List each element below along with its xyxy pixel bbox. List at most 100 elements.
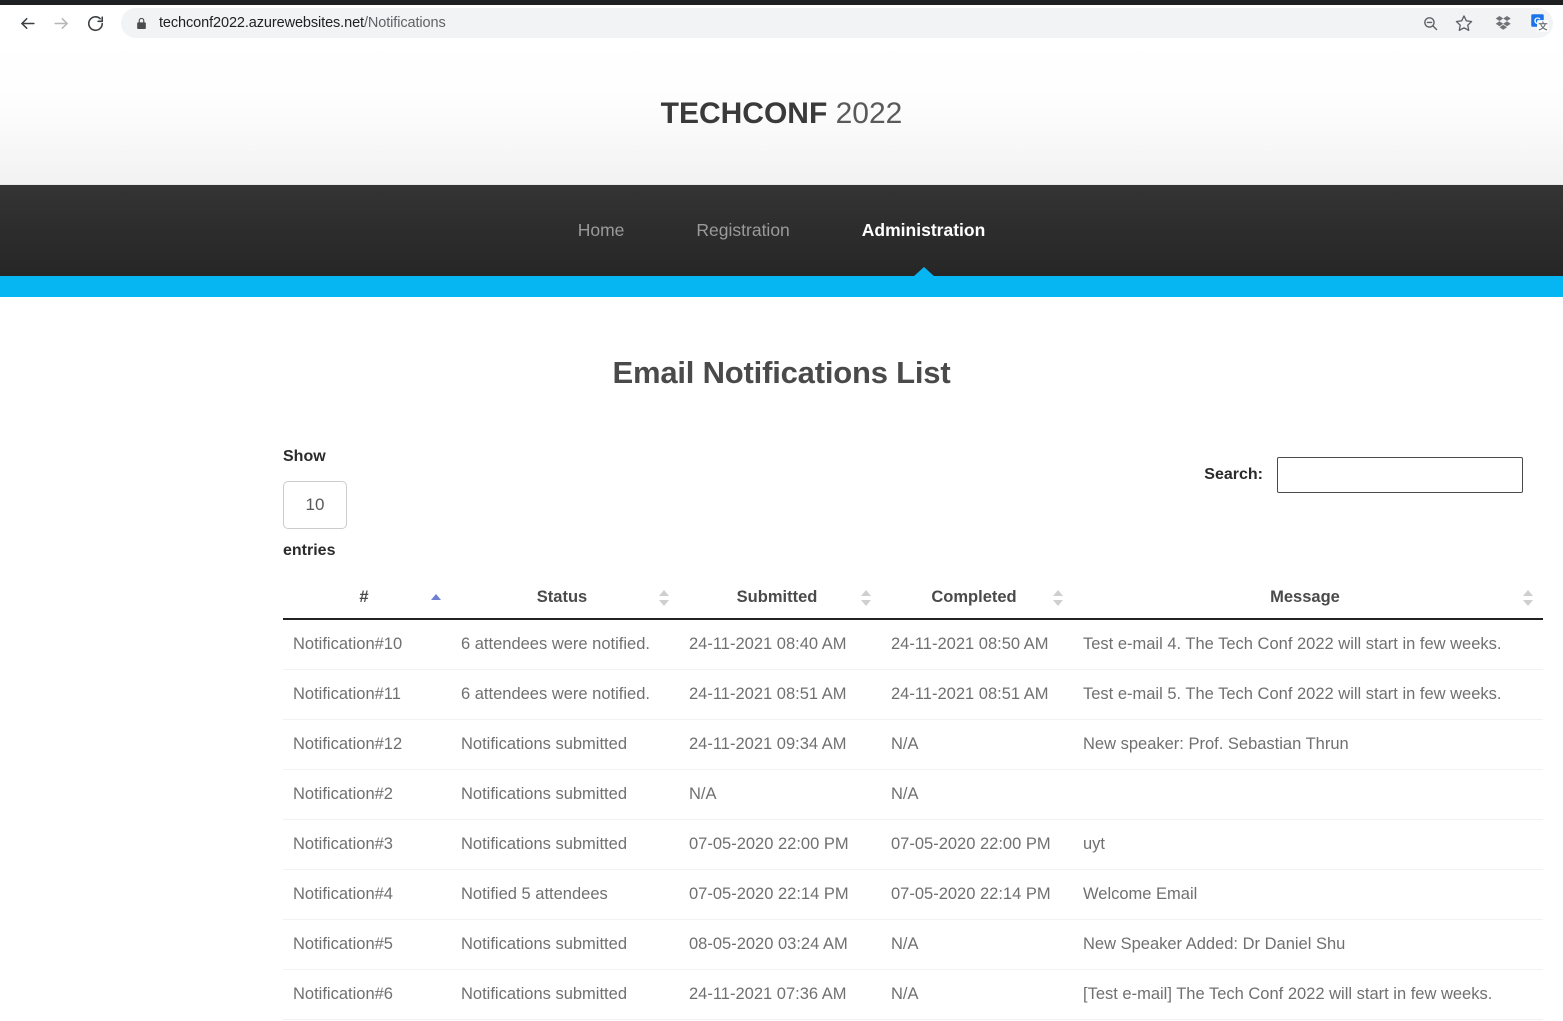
sort-ascending-icon <box>431 589 441 607</box>
search-input[interactable] <box>1277 457 1523 493</box>
cell-sub: 07-05-2020 22:14 PM <box>679 869 881 920</box>
cell-msg: Test e-mail 5. The Tech Conf 2022 will s… <box>1073 669 1543 720</box>
cell-msg: Welcome Email <box>1073 869 1543 920</box>
column-header-message[interactable]: Message <box>1073 578 1543 620</box>
cell-sub: 08-05-2020 03:24 AM <box>679 919 881 970</box>
search-label: Search: <box>1204 466 1263 483</box>
cell-msg: New Speaker Added: Dr Daniel Shu <box>1073 919 1543 970</box>
svg-text:文: 文 <box>1538 21 1548 32</box>
sort-toggle-icon <box>1523 589 1533 607</box>
table-row: Notification#11 6 attendees were notified… <box>283 669 1543 720</box>
cell-num: Notification#11 <box>283 669 451 720</box>
active-nav-pointer-icon <box>912 267 935 277</box>
table-row: Notification#12 Notifications submitted 24… <box>283 719 1543 770</box>
cell-status: Notifications submitted <box>451 969 679 1020</box>
dropbox-extension-icon[interactable] <box>1487 6 1521 40</box>
site-banner: TECHCONF 2022 <box>0 41 1563 185</box>
cell-sub: 24-11-2021 08:40 AM <box>679 619 881 670</box>
cell-num: Notification#4 <box>283 869 451 920</box>
cell-sub: 24-11-2021 08:51 AM <box>679 669 881 720</box>
cell-comp: N/A <box>881 969 1073 1020</box>
url-text: techconf2022.azurewebsites.net/Notificat… <box>159 15 446 31</box>
cell-msg: New speaker: Prof. Sebastian Thrun <box>1073 719 1543 770</box>
cell-msg: uyt <box>1073 819 1543 870</box>
accent-bar <box>0 267 1563 297</box>
cell-msg: Test e-mail 4. The Tech Conf 2022 will s… <box>1073 619 1543 670</box>
browser-toolbar: techconf2022.azurewebsites.net/Notificat… <box>0 5 1563 41</box>
cell-status: Notifications submitted <box>451 919 679 970</box>
column-label-status: Status <box>536 588 588 606</box>
table-row: Notification#6 Notifications submitted 24-… <box>283 969 1543 1020</box>
cell-comp: N/A <box>881 769 1073 820</box>
zoom-icon[interactable] <box>1413 6 1447 40</box>
reload-icon[interactable] <box>78 6 112 40</box>
entries-per-page-select[interactable]: 102550100 <box>283 481 347 529</box>
nav-item-home[interactable]: Home <box>578 220 625 241</box>
table-row: Notification#4 Notified 5 attendees 07-05-… <box>283 869 1543 920</box>
address-bar[interactable]: techconf2022.azurewebsites.net/Notificat… <box>121 8 1553 38</box>
column-label-submitted: Submitted <box>736 588 818 606</box>
bookmark-star-icon[interactable] <box>1447 6 1481 40</box>
cell-comp: 24-11-2021 08:51 AM <box>881 669 1073 720</box>
cell-sub: 24-11-2021 07:36 AM <box>679 969 881 1020</box>
cell-status: Notified 5 attendees <box>451 869 679 920</box>
search-control: Search: <box>1204 457 1523 493</box>
browser-chrome: techconf2022.azurewebsites.net/Notificat… <box>0 0 1563 41</box>
sort-toggle-icon <box>861 589 871 607</box>
table-header: # Status Submitted Completed Message <box>283 578 1543 620</box>
site-year: 2022 <box>835 97 903 130</box>
table-row: Notification#10 6 attendees were notified… <box>283 619 1543 670</box>
table-row: Notification#3 Notifications submitted 07-… <box>283 819 1543 870</box>
lock-icon <box>135 17 148 30</box>
cell-comp: 07-05-2020 22:14 PM <box>881 869 1073 920</box>
url-path: /Notifications <box>363 15 446 31</box>
page-title: Email Notifications List <box>612 355 951 390</box>
cell-status: 6 attendees were notified. <box>451 669 679 720</box>
cell-sub: 24-11-2021 09:34 AM <box>679 719 881 770</box>
show-label: Show <box>283 448 326 465</box>
cell-msg <box>1073 769 1543 820</box>
column-label-completed: Completed <box>931 588 1017 606</box>
column-label-message: Message <box>1270 588 1340 606</box>
main-navigation: Home Registration Administration <box>0 185 1563 276</box>
site-brand: TECHCONF <box>660 97 828 130</box>
cell-num: Notification#2 <box>283 769 451 820</box>
table-header-row: # Status Submitted Completed Message <box>283 578 1543 620</box>
cell-sub: N/A <box>679 769 881 820</box>
notifications-table: # Status Submitted Completed Message Not… <box>283 578 1543 1020</box>
cell-comp: 24-11-2021 08:50 AM <box>881 619 1073 670</box>
table-row: Notification#5 Notifications submitted 08-… <box>283 919 1543 970</box>
toolbar-actions: G 文 <box>1413 5 1559 41</box>
entries-label: entries <box>283 542 336 559</box>
entries-length-control: Show 102550100 entries <box>283 447 523 561</box>
table-body: Notification#10 6 attendees were notified… <box>283 619 1543 1020</box>
cell-num: Notification#6 <box>283 969 451 1020</box>
cell-status: Notifications submitted <box>451 719 679 770</box>
google-translate-icon[interactable]: G 文 <box>1523 6 1557 40</box>
back-arrow-icon[interactable] <box>10 6 44 40</box>
web-page: TECHCONF 2022 Home Registration Administ… <box>0 41 1563 1021</box>
cell-num: Notification#5 <box>283 919 451 970</box>
nav-item-registration[interactable]: Registration <box>696 220 789 241</box>
column-label-number: # <box>359 588 369 606</box>
cell-status: Notifications submitted <box>451 769 679 820</box>
cell-status: 6 attendees were notified. <box>451 619 679 670</box>
column-header-status[interactable]: Status <box>451 578 679 620</box>
cell-msg: [Test e-mail] The Tech Conf 2022 will st… <box>1073 969 1543 1020</box>
url-domain: techconf2022.azurewebsites.net <box>159 15 364 31</box>
cell-num: Notification#12 <box>283 719 451 770</box>
cell-sub: 07-05-2020 22:00 PM <box>679 819 881 870</box>
cell-comp: N/A <box>881 719 1073 770</box>
cell-comp: N/A <box>881 919 1073 970</box>
nav-item-administration[interactable]: Administration <box>862 220 985 241</box>
cell-num: Notification#10 <box>283 619 451 670</box>
column-header-number[interactable]: # <box>283 578 451 620</box>
sort-toggle-icon <box>659 589 669 607</box>
cell-num: Notification#3 <box>283 819 451 870</box>
forward-arrow-icon <box>44 6 78 40</box>
sort-toggle-icon <box>1053 589 1063 607</box>
site-logo: TECHCONF 2022 <box>0 97 1563 131</box>
cell-comp: 07-05-2020 22:00 PM <box>881 819 1073 870</box>
column-header-completed[interactable]: Completed <box>881 578 1073 620</box>
column-header-submitted[interactable]: Submitted <box>679 578 881 620</box>
